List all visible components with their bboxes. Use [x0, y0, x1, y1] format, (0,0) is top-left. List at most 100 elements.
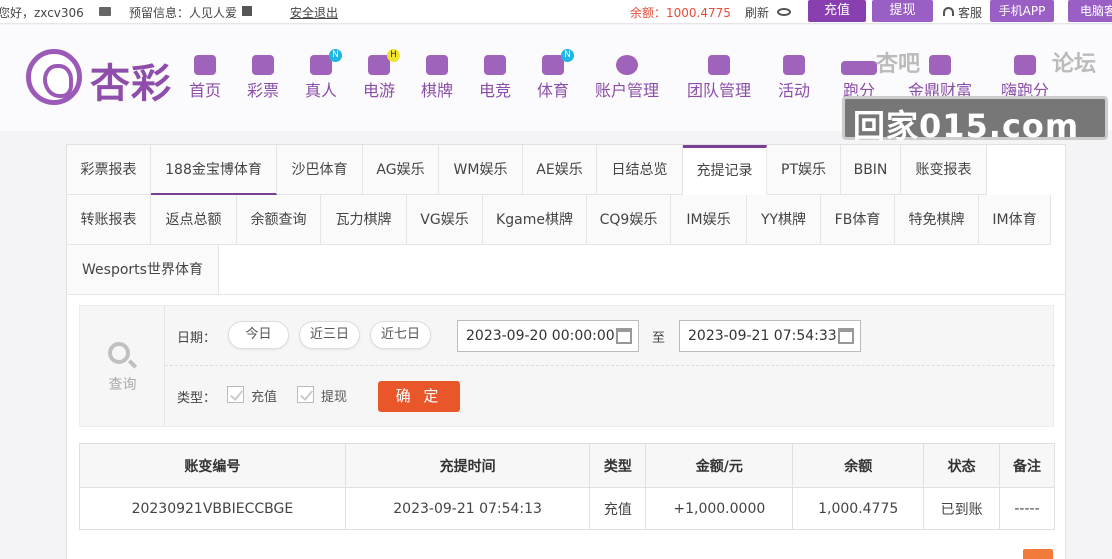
records-table: 账变编号 充提时间 类型 金额/元 余额 状态 备注 20230921VBBIE… [79, 443, 1055, 530]
nav-team[interactable]: 团队管理 [685, 55, 753, 111]
gamepad-icon: H [368, 49, 400, 75]
site-logo[interactable]: 杏彩 [26, 47, 176, 107]
today-button[interactable]: 今日 [228, 321, 289, 349]
person-icon: N [310, 49, 342, 75]
cell-balance: 1,000.4775 [792, 487, 925, 530]
trophy-icon: N [542, 49, 574, 75]
tab-pt[interactable]: PT娱乐 [767, 145, 841, 195]
tab-account-change[interactable]: 账变报表 [901, 145, 987, 195]
headset-icon [943, 7, 954, 16]
tab-wesports[interactable]: Wesports世界体育 [67, 245, 219, 295]
tab-transfer-report[interactable]: 转账报表 [67, 195, 151, 245]
end-date-input[interactable]: 2023-09-21 07:54:33 [679, 320, 861, 352]
col-change-id: 账变编号 [79, 443, 346, 488]
tab-wali-chess[interactable]: 瓦力棋牌 [321, 195, 407, 245]
col-balance: 余额 [792, 443, 925, 488]
query-title-block: 查询 [80, 306, 165, 426]
team-icon [708, 55, 730, 75]
mail-icon[interactable] [99, 7, 111, 16]
query-title: 查询 [108, 377, 137, 393]
gift-icon [783, 55, 805, 75]
cell-type: 充值 [589, 487, 647, 530]
nav-sports[interactable]: N 体育 [535, 49, 574, 111]
recharge-checkbox[interactable] [227, 386, 244, 403]
tab-temian-chess[interactable]: 特免棋牌 [895, 195, 979, 245]
tab-fb-sports[interactable]: FB体育 [821, 195, 895, 245]
logo-text: 杏彩 [90, 60, 172, 107]
tab-kgame-chess[interactable]: Kgame棋牌 [483, 195, 587, 245]
tab-lottery-report[interactable]: 彩票报表 [67, 145, 151, 195]
cell-change-id: 20230921VBBIECCBGE [79, 487, 346, 530]
reserved-info: 预留信息：人见人爱 [129, 6, 238, 20]
nav-account[interactable]: 账户管理 [593, 55, 661, 111]
mobile-app-button[interactable]: 手机APP [990, 0, 1054, 22]
tab-bbin[interactable]: BBIN [841, 145, 901, 195]
nav-chess[interactable]: 棋牌 [419, 55, 455, 111]
tab-yy-chess[interactable]: YY棋牌 [747, 195, 821, 245]
tab-188-sports[interactable]: 188金宝博体育 [151, 145, 277, 195]
refresh-link[interactable]: 刷新 [745, 4, 769, 21]
tab-deposit-withdraw[interactable]: 充提记录 [683, 145, 767, 195]
logout-link[interactable]: 安全退出 [290, 4, 338, 21]
col-type: 类型 [589, 443, 647, 488]
confirm-button[interactable]: 确 定 [378, 381, 460, 412]
start-date-input[interactable]: 2023-09-20 00:00:00 [457, 320, 639, 352]
watermark-box: 回家015.com [842, 96, 1108, 145]
seven-days-button[interactable]: 近七日 [370, 321, 431, 349]
customer-service-link[interactable]: 客服 [958, 4, 982, 21]
calendar-icon[interactable] [838, 328, 854, 344]
three-days-button[interactable]: 近三日 [299, 321, 360, 349]
tab-im-entertainment[interactable]: IM娱乐 [671, 195, 747, 245]
tab-balance-query[interactable]: 余额查询 [237, 195, 321, 245]
nav-live[interactable]: N 真人 [303, 49, 342, 111]
nav-home[interactable]: 首页 [187, 55, 223, 111]
tab-ae[interactable]: AE娱乐 [523, 145, 597, 195]
col-time: 充提时间 [344, 443, 591, 488]
home-icon [194, 55, 216, 75]
col-amount: 金额/元 [645, 443, 794, 488]
scroll-top-button[interactable] [1023, 549, 1053, 559]
new-badge: N [561, 49, 574, 62]
tab-cq9[interactable]: CQ9娱乐 [587, 195, 671, 245]
new-badge: N [329, 49, 342, 62]
greeting-text: 您好，zxcv306 [0, 6, 84, 20]
joystick-icon [484, 55, 506, 75]
table-header-row: 账变编号 充提时间 类型 金额/元 余额 状态 备注 [79, 443, 1055, 488]
tab-daily-summary[interactable]: 日结总览 [597, 145, 683, 195]
withdraw-button[interactable]: 提现 [872, 0, 933, 22]
top-bar: 您好，zxcv306 预留信息：人见人爱 安全退出 余额：1000.4775 刷… [0, 0, 1112, 24]
tab-ag[interactable]: AG娱乐 [363, 145, 439, 195]
tab-vg[interactable]: VG娱乐 [407, 195, 483, 245]
tab-im-sports[interactable]: IM体育 [979, 195, 1051, 245]
cell-amount: +1,000.0000 [645, 487, 794, 530]
recharge-checkbox-label: 充值 [251, 390, 278, 405]
date-row: 日期： 今日 近三日 近七日 2023-09-20 00:00:00 至 202… [165, 306, 1055, 366]
cell-time: 2023-09-21 07:54:13 [344, 487, 591, 530]
calendar-icon[interactable] [616, 328, 632, 344]
edit-icon[interactable] [242, 6, 252, 16]
tab-wm[interactable]: WM娱乐 [439, 145, 523, 195]
logo-emblem-icon [26, 49, 82, 105]
report-panel: 彩票报表 188金宝博体育 沙巴体育 AG娱乐 WM娱乐 AE娱乐 日结总览 充… [66, 144, 1066, 559]
query-panel: 查询 日期： 今日 近三日 近七日 2023-09-20 00:00:00 至 … [79, 305, 1055, 427]
cards-icon [426, 55, 448, 75]
nav-slots[interactable]: H 电游 [361, 49, 400, 111]
nav-esports[interactable]: 电竞 [477, 55, 513, 111]
search-icon [108, 342, 130, 364]
table-row: 20230921VBBIECCBGE 2023-09-21 07:54:13 充… [79, 487, 1055, 530]
ticket-icon [252, 55, 274, 75]
withdraw-checkbox[interactable] [297, 386, 314, 403]
cell-status: 已到账 [923, 487, 1001, 530]
tab-rebate-total[interactable]: 返点总额 [151, 195, 237, 245]
eye-icon[interactable] [777, 8, 791, 16]
nav-promo[interactable]: 活动 [777, 55, 811, 111]
watermark: 杏吧 论坛 回家015.com [836, 46, 1108, 145]
recharge-button[interactable]: 充值 [808, 0, 866, 22]
hot-badge: H [387, 49, 400, 62]
date-label: 日期： [177, 331, 217, 346]
tab-saba-sports[interactable]: 沙巴体育 [277, 145, 363, 195]
nav-lottery[interactable]: 彩票 [245, 55, 281, 111]
pc-client-button[interactable]: 电脑客 [1068, 0, 1112, 22]
col-remark: 备注 [999, 443, 1055, 488]
tab-row-divider [219, 294, 1065, 295]
